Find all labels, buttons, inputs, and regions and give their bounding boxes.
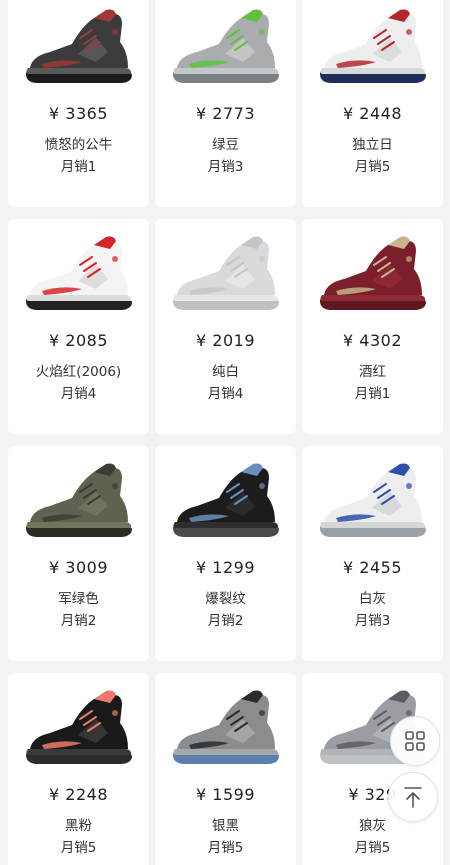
sneaker-image (173, 463, 279, 537)
currency-symbol: ¥ (343, 104, 354, 123)
monthly-sales: 月销5 (207, 840, 244, 856)
product-price: ¥ 2448 (302, 104, 443, 123)
product-price: ¥ 1599 (155, 785, 296, 804)
monthly-sales: 月销5 (60, 840, 97, 856)
monthly-sales: 月销5 (354, 159, 391, 175)
product-card[interactable]: ¥ 2448 独立日 月销5 (302, 0, 443, 207)
sneaker-image (320, 463, 426, 537)
sneaker-image (320, 236, 426, 310)
product-card[interactable]: ¥ 1299 爆裂纹 月销2 (155, 446, 296, 661)
sneaker-image (26, 236, 132, 310)
product-price: ¥ 4302 (302, 331, 443, 350)
monthly-sales: 月销1 (354, 386, 391, 402)
currency-symbol: ¥ (196, 331, 207, 350)
price-value: 2019 (212, 331, 255, 350)
product-card[interactable]: ¥ 2773 绿豆 月销3 (155, 0, 296, 207)
currency-symbol: ¥ (49, 785, 60, 804)
monthly-sales: 月销2 (60, 613, 97, 629)
product-price: ¥ 3365 (8, 104, 149, 123)
product-card[interactable]: ¥ 2455 白灰 月销3 (302, 446, 443, 661)
product-card[interactable]: ¥ 4302 酒红 月销1 (302, 219, 443, 434)
currency-symbol: ¥ (49, 558, 60, 577)
currency-symbol: ¥ (49, 104, 60, 123)
price-value: 2448 (359, 104, 402, 123)
product-grid: ¥ 3365 愤怒的公牛 月销1 ¥ 2773 绿豆 月销3 ¥ 2448 独立… (8, 0, 444, 865)
product-name: 白灰 (359, 591, 386, 607)
grid-icon (405, 731, 425, 751)
arrow-up-to-top-icon (404, 787, 422, 808)
sneaker-image (26, 690, 132, 764)
product-price: ¥ 3009 (8, 558, 149, 577)
product-name: 愤怒的公牛 (44, 137, 113, 153)
back-to-top-button[interactable] (388, 772, 438, 822)
sneaker-image (320, 9, 426, 83)
monthly-sales: 月销4 (60, 386, 97, 402)
product-price: ¥ 2248 (8, 785, 149, 804)
product-price: ¥ 2085 (8, 331, 149, 350)
monthly-sales: 月销3 (207, 159, 244, 175)
product-name: 火焰红(2006) (35, 364, 122, 380)
product-name: 爆裂纹 (205, 591, 246, 607)
product-name: 独立日 (352, 137, 393, 153)
currency-symbol: ¥ (343, 558, 354, 577)
currency-symbol: ¥ (49, 331, 60, 350)
price-value: 2085 (65, 331, 108, 350)
price-value: 4302 (359, 331, 402, 350)
currency-symbol: ¥ (343, 331, 354, 350)
sneaker-image (26, 463, 132, 537)
price-value: 1299 (212, 558, 255, 577)
monthly-sales: 月销4 (207, 386, 244, 402)
product-price: ¥ 2455 (302, 558, 443, 577)
product-name: 军绿色 (58, 591, 99, 607)
currency-symbol: ¥ (196, 558, 207, 577)
sneaker-image (173, 690, 279, 764)
product-name: 绿豆 (212, 137, 239, 153)
monthly-sales: 月销2 (207, 613, 244, 629)
sneaker-image (173, 9, 279, 83)
sneaker-image (173, 236, 279, 310)
product-card[interactable]: ¥ 2085 火焰红(2006) 月销4 (8, 219, 149, 434)
currency-symbol: ¥ (196, 104, 207, 123)
product-price: ¥ 2773 (155, 104, 296, 123)
price-value: 1599 (212, 785, 255, 804)
currency-symbol: ¥ (196, 785, 207, 804)
currency-symbol: ¥ (348, 785, 360, 804)
product-name: 黑粉 (65, 818, 92, 834)
price-value: 2773 (212, 104, 255, 123)
product-card[interactable]: ¥ 329 狼灰 月销5 (302, 673, 443, 865)
monthly-sales: 月销1 (60, 159, 97, 175)
price-value: 3009 (65, 558, 108, 577)
product-name: 酒红 (359, 364, 386, 380)
monthly-sales: 月销3 (354, 613, 391, 629)
price-value: 2455 (359, 558, 402, 577)
product-price: ¥ 1299 (155, 558, 296, 577)
layout-toggle-button[interactable] (390, 716, 440, 766)
product-card[interactable]: ¥ 3365 愤怒的公牛 月销1 (8, 0, 149, 207)
product-name: 银黑 (212, 818, 239, 834)
price-value: 3365 (65, 104, 108, 123)
product-card[interactable]: ¥ 1599 银黑 月销5 (155, 673, 296, 865)
product-price: ¥ 2019 (155, 331, 296, 350)
product-card[interactable]: ¥ 2248 黑粉 月销5 (8, 673, 149, 865)
product-card[interactable]: ¥ 3009 军绿色 月销2 (8, 446, 149, 661)
product-name: 纯白 (212, 364, 239, 380)
monthly-sales: 月销5 (354, 840, 391, 856)
sneaker-image (26, 9, 132, 83)
price-value: 2248 (65, 785, 108, 804)
product-card[interactable]: ¥ 2019 纯白 月销4 (155, 219, 296, 434)
